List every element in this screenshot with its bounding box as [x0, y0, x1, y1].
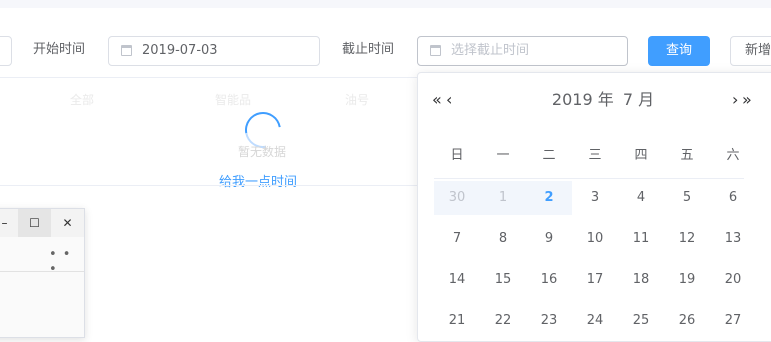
- add-button[interactable]: 新增: [730, 36, 771, 66]
- calendar-day[interactable]: 9: [526, 222, 572, 256]
- weekday-label: 四: [634, 148, 648, 163]
- maximize-icon[interactable]: ☐: [18, 209, 51, 237]
- end-time-label: 截止时间: [342, 42, 395, 57]
- next-month-icon[interactable]: ›: [732, 91, 738, 109]
- calendar-icon: [121, 45, 132, 56]
- calendar-day[interactable]: 21: [434, 304, 480, 338]
- calendar-day[interactable]: 27: [710, 304, 756, 338]
- calendar-day[interactable]: 7: [434, 222, 480, 256]
- date-picker-panel: « ‹ 2019 年 7 月 › » 日一二三四五六 30 1 2 3 4 5 6 7 8 9 10…: [417, 72, 771, 342]
- weekday-label: 三: [588, 148, 602, 163]
- calendar-day[interactable]: 19: [664, 263, 710, 297]
- picker-header: 2019 年 7 月: [418, 89, 771, 111]
- calendar-day[interactable]: 1: [480, 181, 526, 215]
- calendar-day[interactable]: 25: [618, 304, 664, 338]
- calendar-day[interactable]: 3: [572, 181, 618, 215]
- window-divider: [0, 271, 84, 272]
- query-button[interactable]: 查询: [648, 36, 710, 66]
- start-time-label: 开始时间: [33, 42, 86, 57]
- weekday-label: 一: [496, 148, 510, 163]
- calendar-day[interactable]: 5: [664, 181, 710, 215]
- weekday-label: 二: [542, 148, 556, 163]
- table-header-all: 全部: [70, 93, 95, 107]
- weekday-label: 五: [680, 148, 694, 163]
- close-icon[interactable]: ✕: [51, 209, 84, 237]
- calendar-day[interactable]: 12: [664, 222, 710, 256]
- start-date-value: 2019-07-03: [142, 43, 218, 58]
- start-date-input[interactable]: 2019-07-03: [108, 36, 320, 66]
- picker-year[interactable]: 2019 年: [552, 90, 614, 109]
- calendar-day[interactable]: 15: [480, 263, 526, 297]
- left-truncated-input[interactable]: [0, 36, 12, 66]
- weekday-divider: [434, 178, 744, 179]
- calendar-day[interactable]: 26: [664, 304, 710, 338]
- table-header-product: 智能品: [215, 93, 252, 107]
- calendar-day[interactable]: 24: [572, 304, 618, 338]
- table-top-border: [0, 77, 430, 78]
- weekday-label: 日: [450, 148, 464, 163]
- empty-text: 暂无数据: [238, 145, 287, 159]
- calendar-day[interactable]: 18: [618, 263, 664, 297]
- window-titlebar: – ☐ ✕: [0, 209, 84, 237]
- more-options-icon[interactable]: • • •: [49, 247, 84, 277]
- calendar-day[interactable]: 13: [710, 222, 756, 256]
- calendar-day[interactable]: 16: [526, 263, 572, 297]
- calendar-day[interactable]: 10: [572, 222, 618, 256]
- table-bottom-border: [0, 185, 430, 186]
- calendar-day[interactable]: 17: [572, 263, 618, 297]
- weekday-label: 六: [726, 148, 740, 163]
- calendar-day[interactable]: 8: [480, 222, 526, 256]
- calendar-day[interactable]: 14: [434, 263, 480, 297]
- end-date-placeholder: 选择截止时间: [451, 43, 530, 58]
- loading-text: 给我一点时间: [219, 175, 298, 190]
- calendar-day[interactable]: 11: [618, 222, 664, 256]
- calendar-day[interactable]: 2: [526, 181, 572, 215]
- calendar-day[interactable]: 22: [480, 304, 526, 338]
- table-header-oil: 油号: [345, 93, 370, 107]
- calendar-day[interactable]: 20: [710, 263, 756, 297]
- mini-window: – ☐ ✕ • • •: [0, 208, 85, 338]
- calendar-day[interactable]: 30: [434, 181, 480, 215]
- picker-month[interactable]: 7 月: [623, 90, 654, 109]
- top-strip: [0, 0, 771, 8]
- calendar-day[interactable]: 4: [618, 181, 664, 215]
- calendar-icon: [430, 45, 441, 56]
- calendar-day[interactable]: 6: [710, 181, 756, 215]
- end-date-input[interactable]: 选择截止时间: [417, 36, 628, 66]
- calendar-day[interactable]: 23: [526, 304, 572, 338]
- next-year-icon[interactable]: »: [742, 91, 752, 109]
